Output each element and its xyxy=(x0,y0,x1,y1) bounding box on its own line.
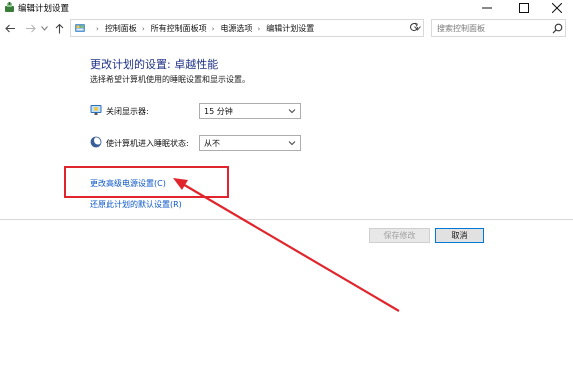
monitor-icon xyxy=(90,104,102,116)
cancel-button[interactable]: 取消 xyxy=(435,228,484,243)
search-input[interactable] xyxy=(437,22,547,34)
control-panel-icon xyxy=(74,22,86,34)
arrow-left-icon xyxy=(4,24,15,32)
recent-locations-button[interactable] xyxy=(40,21,48,35)
breadcrumb-item-edit-plan[interactable]: 编辑计划设置 xyxy=(266,23,314,34)
chevron-right-icon: › xyxy=(96,24,99,33)
search-icon[interactable] xyxy=(552,23,563,34)
minimize-button[interactable] xyxy=(470,0,504,15)
moon-icon xyxy=(90,136,102,148)
back-button[interactable] xyxy=(4,21,16,35)
title-bar: 编辑计划设置 xyxy=(0,0,573,15)
chevron-right-icon[interactable]: › xyxy=(257,25,260,33)
breadcrumb-item-all-items[interactable]: 所有控制面板项 xyxy=(151,23,207,34)
search-box[interactable] xyxy=(431,19,566,37)
maximize-icon xyxy=(519,2,529,13)
chevron-down-icon xyxy=(288,107,296,115)
navigation-bar: › 控制面板 › 所有控制面板项 › 电源选项 › 编辑计划设置 xyxy=(0,16,573,40)
sleep-value: 从不 xyxy=(204,138,220,148)
power-options-icon xyxy=(4,2,15,13)
breadcrumb-item-control-panel[interactable]: 控制面板 xyxy=(105,23,137,34)
highlight-box xyxy=(64,166,229,198)
forward-button[interactable] xyxy=(24,21,36,35)
window-title: 编辑计划设置 xyxy=(18,4,70,14)
display-off-value: 15 分钟 xyxy=(204,106,233,116)
chevron-right-icon[interactable]: › xyxy=(142,25,145,33)
divider xyxy=(0,219,573,220)
chevron-down-icon xyxy=(40,25,48,31)
breadcrumb: › 控制面板 › 所有控制面板项 › 电源选项 › 编辑计划设置 xyxy=(91,22,314,35)
sleep-label: 使计算机进入睡眠状态: xyxy=(106,139,189,148)
page-title: 更改计划的设置: 卓越性能 xyxy=(90,58,219,71)
maximize-button[interactable] xyxy=(507,0,541,15)
arrow-right-icon xyxy=(25,24,36,32)
up-button[interactable] xyxy=(53,21,65,35)
display-off-select[interactable]: 15 分钟 xyxy=(199,103,301,119)
chevron-right-icon[interactable]: › xyxy=(212,25,215,33)
refresh-icon xyxy=(410,22,419,32)
breadcrumb-item-power-options[interactable]: 电源选项 xyxy=(220,23,252,34)
display-off-label: 关闭显示器: xyxy=(106,107,149,116)
minimize-icon xyxy=(482,7,492,8)
close-icon xyxy=(552,2,562,13)
page-description: 选择希望计算机使用的睡眠设置和显示设置。 xyxy=(90,75,250,84)
save-button[interactable]: 保存修改 xyxy=(369,228,430,243)
restore-defaults-link[interactable]: 还原此计划的默认设置(R) xyxy=(90,199,182,210)
sleep-select[interactable]: 从不 xyxy=(199,135,301,151)
refresh-button[interactable] xyxy=(407,20,421,34)
chevron-down-icon xyxy=(288,139,296,147)
close-button[interactable] xyxy=(540,0,573,15)
arrow-up-icon xyxy=(55,23,63,33)
address-bar[interactable]: › 控制面板 › 所有控制面板项 › 电源选项 › 编辑计划设置 xyxy=(70,19,424,37)
